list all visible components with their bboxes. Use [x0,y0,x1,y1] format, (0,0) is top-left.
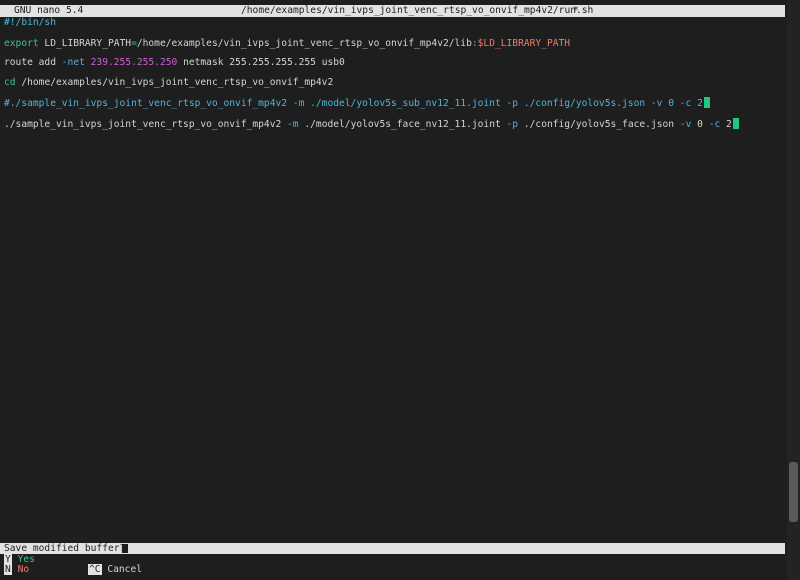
shebang-text: #!/bin/sh [4,17,56,28]
vertical-scrollbar[interactable] [787,0,800,580]
file-path: /home/examples/vin_ivps_joint_venc_rtsp_… [241,5,594,16]
export-keyword: export [4,38,39,49]
export-name: LD_LIBRARY_PATH [38,38,132,49]
run-flag-v: -v [679,119,692,130]
route-command: route add [4,57,62,68]
run-command: ./sample_vin_ivps_joint_venc_rtsp_vo_onv… [4,119,288,130]
save-prompt-bar: Save modified buffer? [0,543,785,554]
line-end-marker [703,97,710,108]
shortcut-cancel[interactable]: ^C Cancel [88,564,142,575]
editor-line-cd[interactable]: cd /home/examples/vin_ivps_joint_venc_rt… [4,77,333,89]
nano-title-bar: GNU nano 5.4 /home/examples/vin_ivps_joi… [0,5,785,17]
run-v-value: 0 [691,119,709,130]
no-key: N [4,564,12,575]
cancel-key: ^C [88,564,102,575]
app-name: GNU nano 5.4 [14,5,84,16]
run-flag-m: -m [287,119,299,130]
route-ip: 239.255.255.250 [84,57,178,68]
editor-line-shebang[interactable]: #!/bin/sh [4,17,56,29]
run-c-value: 2 [720,119,732,130]
route-flag: -net [61,57,85,68]
route-rest: netmask 255.255.255.255 usb0 [177,57,345,68]
export-variable: $LD_LIBRARY_PATH [477,38,571,49]
scrollbar-thumb[interactable] [789,462,798,522]
editor-line-run[interactable]: ./sample_vin_ivps_joint_venc_rtsp_vo_onv… [4,118,739,130]
modified-indicator: * [573,5,579,16]
terminal-window: GNU nano 5.4 /home/examples/vin_ivps_joi… [0,0,800,580]
run-model: ./model/yolov5s_face_nv12_11.joint [298,119,507,130]
shortcut-no[interactable]: N No [4,564,29,575]
no-label: No [17,564,30,575]
commented-command: #./sample_vin_ivps_joint_venc_rtsp_vo_on… [4,98,703,109]
text-cursor [732,118,739,129]
editor-line-comment[interactable]: #./sample_vin_ivps_joint_venc_rtsp_vo_on… [4,97,710,109]
cd-path: /home/examples/vin_ivps_joint_venc_rtsp_… [15,77,334,88]
run-flag-c: -c [708,119,721,130]
save-prompt-question: Save modified buffer? [4,543,126,554]
cancel-label: Cancel [107,564,142,575]
prompt-cursor [122,544,128,553]
cd-keyword: cd [4,77,16,88]
editor-line-export[interactable]: export LD_LIBRARY_PATH=/home/examples/vi… [4,38,570,50]
run-flag-p: -p [506,119,519,130]
export-value: /home/examples/vin_ivps_joint_venc_rtsp_… [136,38,472,49]
editor-line-route[interactable]: route add -net 239.255.255.250 netmask 2… [4,57,345,69]
run-config: ./config/yolov5s_face.json [518,119,680,130]
